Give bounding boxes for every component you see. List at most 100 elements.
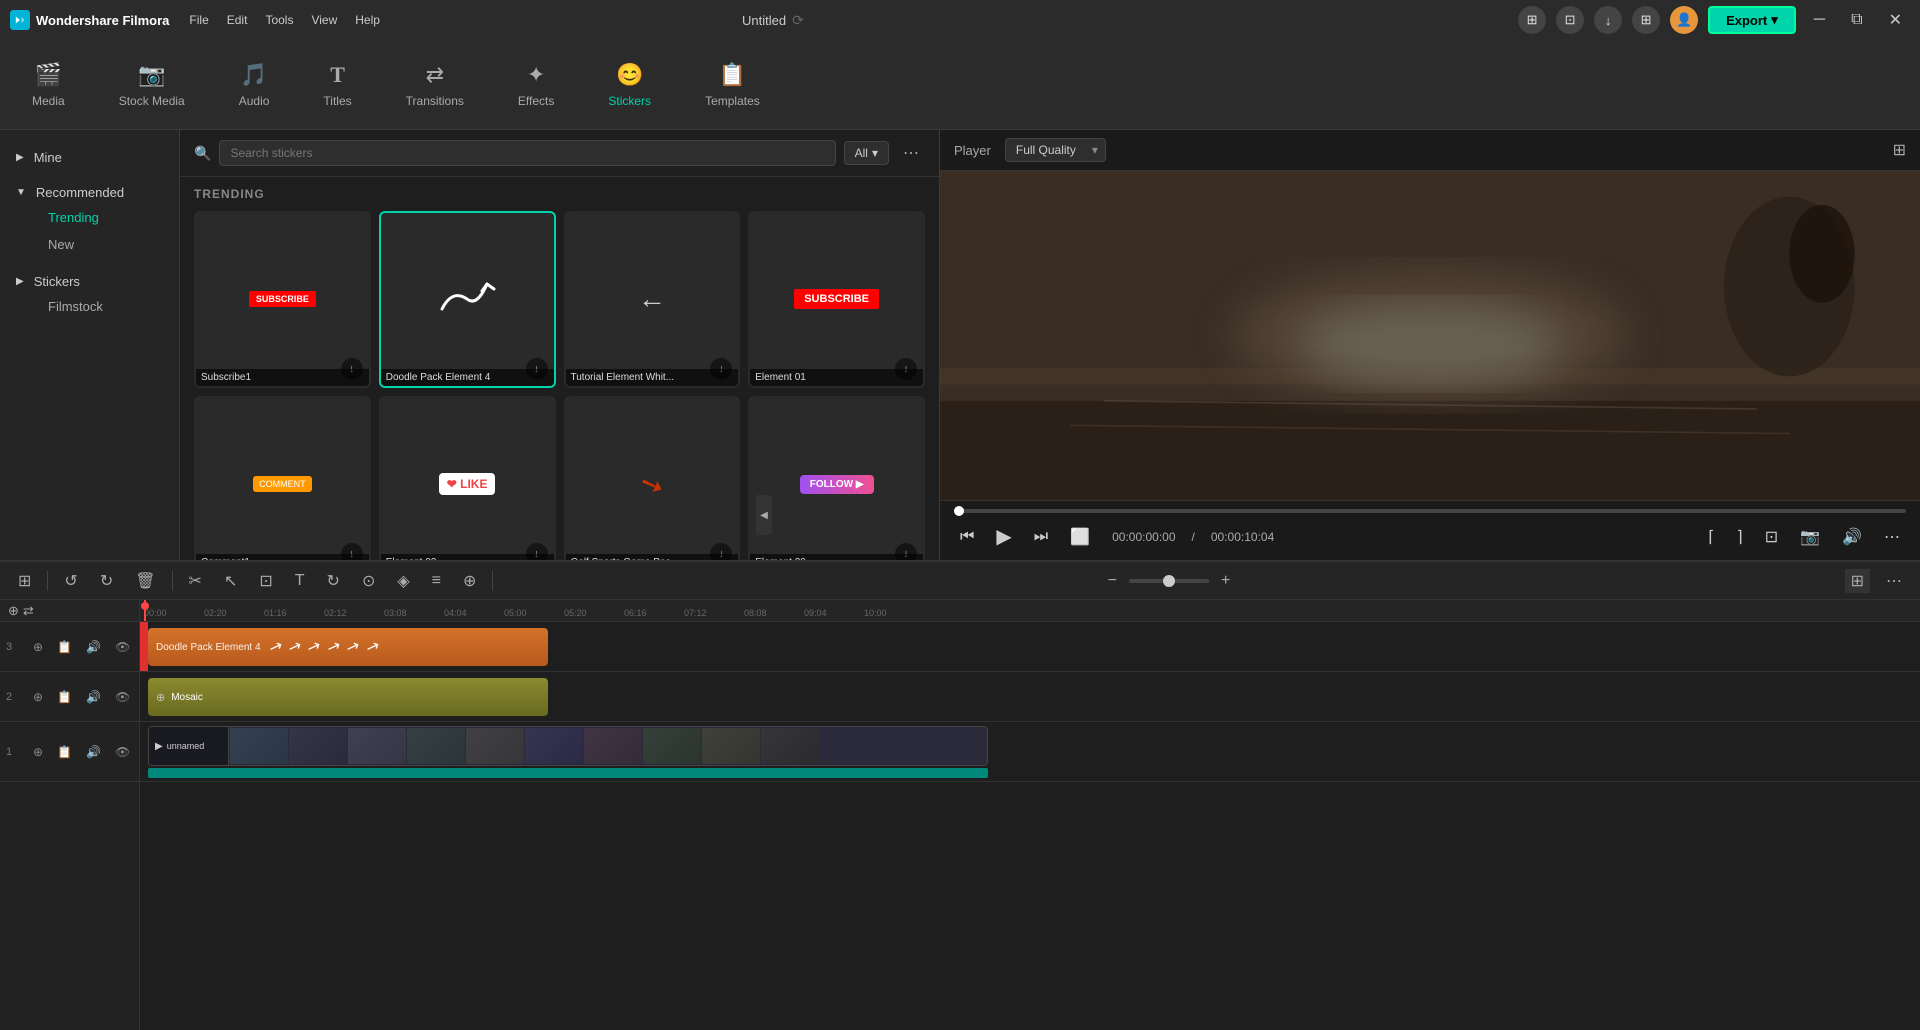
stop-button[interactable]: ⬜ bbox=[1064, 524, 1096, 550]
element01-image: SUBSCRIBE bbox=[768, 239, 906, 360]
quality-select[interactable]: Full Quality bbox=[1005, 138, 1106, 162]
snapshot-icon[interactable]: ⊡ bbox=[1556, 6, 1584, 34]
close-button[interactable]: ✕ bbox=[1881, 8, 1910, 32]
track3-add-button[interactable]: ⊕ bbox=[30, 639, 46, 655]
sticker-element20[interactable]: FOLLOW ▶ ↓ Element 20 Follow Element 20 bbox=[748, 396, 925, 560]
fit-button[interactable]: ⊡ bbox=[1759, 524, 1784, 550]
main-area: ▶ Mine ▼ Recommended Trending New ▶ Stic… bbox=[0, 130, 1920, 560]
volume-button[interactable]: 🔊 bbox=[1836, 524, 1868, 550]
collapse-panel-button[interactable]: ◀ bbox=[756, 495, 772, 535]
track2-clip[interactable]: ⊕ Mosaic bbox=[148, 678, 548, 716]
timeline-tracks-area: 00:00 02:20 01:16 02:12 03:08 04:04 05:0… bbox=[140, 600, 1920, 1030]
track2-add-button[interactable]: ⊕ bbox=[30, 689, 46, 705]
timeline-crop-button[interactable]: ⊡ bbox=[253, 569, 278, 593]
tab-titles[interactable]: T Titles bbox=[311, 56, 363, 114]
sidebar-stickers-header[interactable]: ▶ Stickers bbox=[16, 270, 163, 293]
mark-in-button[interactable]: ⌈ bbox=[1702, 524, 1720, 550]
timeline-ruler[interactable]: 00:00 02:20 01:16 02:12 03:08 04:04 05:0… bbox=[140, 600, 1920, 622]
sync-button[interactable]: ⇄ bbox=[23, 603, 34, 619]
prev-frame-button[interactable]: ⏮ bbox=[954, 525, 980, 549]
sticker-comment1[interactable]: COMMENT ↓ Comment1 bbox=[194, 396, 371, 560]
download-icon[interactable]: ↓ bbox=[1594, 6, 1622, 34]
sidebar-recommended-header[interactable]: ▼ Recommended bbox=[16, 181, 163, 204]
sticker-tutorial-white[interactable]: ← ↓ Tutorial Element Whit... bbox=[564, 211, 741, 388]
tab-stock-media[interactable]: 📷 Stock Media bbox=[107, 56, 197, 114]
timeline-motion-button[interactable]: ⊕ bbox=[457, 569, 482, 593]
sidebar-mine-header[interactable]: ▶ Mine bbox=[16, 146, 163, 169]
ruler-spacer: ⊕ ⇄ bbox=[0, 600, 139, 622]
track3-volume-button[interactable]: 🔊 bbox=[83, 639, 104, 655]
menu-help[interactable]: Help bbox=[355, 13, 380, 27]
tab-transitions[interactable]: ⇄ Transitions bbox=[394, 56, 476, 114]
timeline-undo-button[interactable]: ↺ bbox=[58, 569, 83, 593]
track1-visibility-button[interactable]: 👁 bbox=[112, 744, 133, 760]
tab-audio[interactable]: 🎵 Audio bbox=[227, 56, 282, 114]
search-input[interactable] bbox=[219, 140, 835, 166]
grid-icon[interactable]: ⊞ bbox=[1632, 6, 1660, 34]
timeline-speed-button[interactable]: ⊙ bbox=[356, 569, 381, 593]
sidebar-item-filmstock[interactable]: Filmstock bbox=[16, 293, 163, 320]
track1-copy-button[interactable]: 📋 bbox=[54, 744, 75, 760]
menu-file[interactable]: File bbox=[189, 13, 208, 27]
sticker-subscribe1[interactable]: SUBSCRIBE ↓ Subscribe1 bbox=[194, 211, 371, 388]
timeline-delete-button[interactable]: 🗑 bbox=[129, 569, 161, 593]
account-icon[interactable]: 👤 bbox=[1670, 6, 1698, 34]
menu-edit[interactable]: Edit bbox=[227, 13, 248, 27]
sticker-element01[interactable]: SUBSCRIBE ↓ Element 01 bbox=[748, 211, 925, 388]
add-track-button[interactable]: ⊕ bbox=[8, 603, 19, 619]
menu-tools[interactable]: Tools bbox=[265, 13, 293, 27]
timeline-color-button[interactable]: ◈ bbox=[391, 569, 415, 593]
track-layout-button[interactable]: ⊞ bbox=[1845, 569, 1870, 593]
timeline-redo-button[interactable]: ↻ bbox=[94, 569, 119, 593]
play-button[interactable]: ▶ bbox=[990, 521, 1017, 552]
export-button[interactable]: Export ▾ bbox=[1708, 6, 1796, 34]
sticker-doodle4[interactable]: ↓ Doodle Pack Element 4 bbox=[379, 211, 556, 388]
track1-add-button[interactable]: ⊕ bbox=[30, 744, 46, 760]
zoom-out-button[interactable]: − bbox=[1102, 570, 1123, 592]
tab-titles-label: Titles bbox=[323, 94, 351, 108]
ruler-mark-3: 02:12 bbox=[324, 608, 347, 618]
sidebar-item-trending[interactable]: Trending bbox=[16, 204, 163, 231]
layout-icon[interactable]: ⊞ bbox=[1518, 6, 1546, 34]
track2-copy-button[interactable]: 📋 bbox=[54, 689, 75, 705]
mark-out-button[interactable]: ⌉ bbox=[1731, 524, 1749, 550]
timeline-cut-button[interactable]: ✂ bbox=[183, 569, 208, 593]
track3-clip[interactable]: Doodle Pack Element 4 ↙ ↙ ↙ ↙ ↙ ↙ bbox=[148, 628, 548, 666]
element02-image: ❤ LIKE bbox=[398, 424, 536, 545]
title-right: ⊞ ⊡ ↓ ⊞ 👤 Export ▾ ─ ⧉ ✕ bbox=[1518, 6, 1910, 34]
sidebar-item-new[interactable]: New bbox=[16, 231, 163, 258]
filter-button[interactable]: All ▾ bbox=[844, 141, 889, 165]
track-more-button[interactable]: ⋯ bbox=[1880, 569, 1908, 593]
progress-bar[interactable] bbox=[954, 509, 1906, 513]
more-ctrl-button[interactable]: ⋯ bbox=[1878, 524, 1906, 550]
track3-copy-button[interactable]: 📋 bbox=[54, 639, 75, 655]
expand-preview-button[interactable]: ⊞ bbox=[1893, 140, 1906, 160]
track3-visibility-button[interactable]: 👁 bbox=[112, 639, 133, 655]
track1-header: ▶ unnamed bbox=[149, 727, 229, 765]
zoom-in-button[interactable]: + bbox=[1215, 570, 1236, 592]
tab-templates[interactable]: 📋 Templates bbox=[693, 56, 772, 114]
more-options-button[interactable]: ⋯ bbox=[897, 141, 925, 165]
sticker-element02[interactable]: ❤ LIKE ↓ Element 02 bbox=[379, 396, 556, 560]
maximize-button[interactable]: ⧉ bbox=[1843, 9, 1870, 31]
track2-volume-button[interactable]: 🔊 bbox=[83, 689, 104, 705]
tab-stickers[interactable]: 😊 Stickers bbox=[596, 56, 663, 114]
zoom-slider[interactable] bbox=[1129, 579, 1209, 583]
next-frame-button[interactable]: ⏭ bbox=[1028, 525, 1054, 549]
tab-media[interactable]: 🎬 Media bbox=[20, 56, 77, 114]
timeline-rotate-button[interactable]: ↻ bbox=[321, 569, 346, 593]
timeline-text-button[interactable]: T bbox=[289, 570, 311, 592]
timeline-add-button[interactable]: ⊞ bbox=[12, 569, 37, 593]
menu-view[interactable]: View bbox=[311, 13, 337, 27]
timeline-audio-button[interactable]: ≡ bbox=[426, 570, 447, 592]
minimize-button[interactable]: ─ bbox=[1806, 9, 1833, 31]
sticker-golf[interactable]: ➘ ↓ Golf Sports Game Pac... bbox=[564, 396, 741, 560]
timeline-select-button[interactable]: ↖ bbox=[218, 569, 243, 593]
snapshot-button[interactable]: 📷 bbox=[1794, 524, 1826, 550]
track1-clip[interactable]: ▶ unnamed bbox=[148, 726, 988, 766]
media-icon: 🎬 bbox=[35, 62, 62, 88]
track1-volume-button[interactable]: 🔊 bbox=[83, 744, 104, 760]
ruler-mark-10: 08:08 bbox=[744, 608, 767, 618]
track2-visibility-button[interactable]: 👁 bbox=[112, 689, 133, 705]
tab-effects[interactable]: ✦ Effects bbox=[506, 56, 566, 114]
